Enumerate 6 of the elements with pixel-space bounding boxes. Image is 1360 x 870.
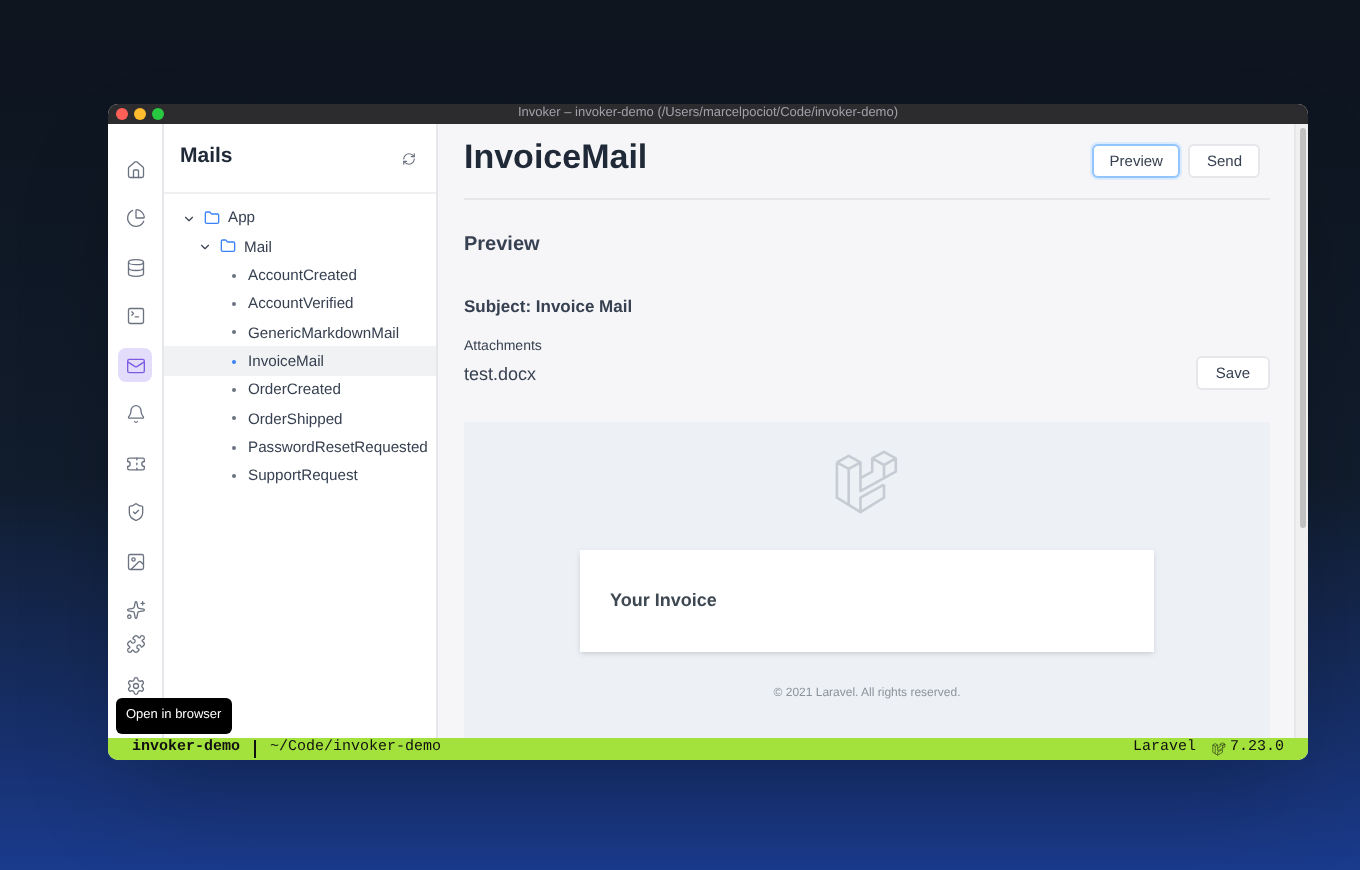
subject-text: Subject: Invoice Mail bbox=[464, 294, 635, 320]
panel-title: Mails bbox=[180, 142, 233, 173]
section-title: Preview bbox=[464, 232, 542, 260]
email-heading: Your Invoice bbox=[610, 587, 717, 613]
page-title: InvoiceMail bbox=[464, 135, 648, 180]
attachment-name: test.docx bbox=[464, 362, 539, 389]
